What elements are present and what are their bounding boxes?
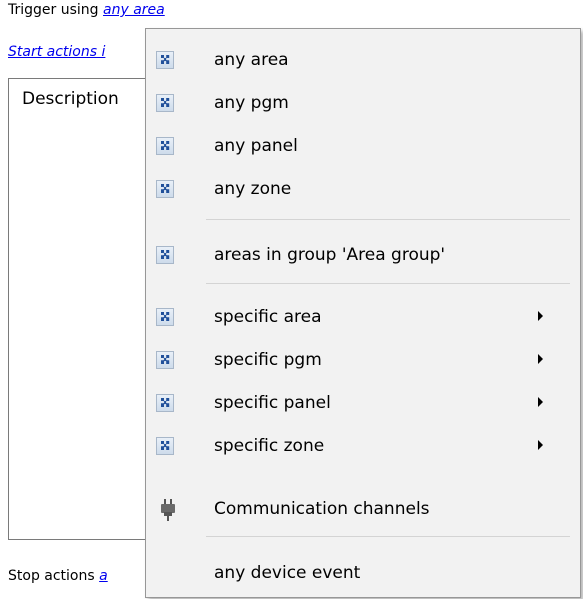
menu-item-areas-in-group[interactable]: areas in group 'Area group'	[146, 239, 580, 271]
menu-item-specific-area[interactable]: specific area	[146, 301, 580, 333]
menu-item-communication-channels[interactable]: Communication channels	[146, 493, 580, 525]
puzzle-icon	[156, 394, 174, 412]
submenu-arrow-icon	[538, 311, 543, 321]
submenu-arrow-icon	[538, 397, 543, 407]
menu-item-specific-panel[interactable]: specific panel	[146, 387, 580, 419]
rule-editor: Trigger using any area Start actions i a…	[0, 0, 583, 599]
menu-separator	[206, 283, 570, 284]
puzzle-icon	[156, 437, 174, 455]
plug-icon	[158, 498, 178, 522]
submenu-arrow-icon	[538, 354, 543, 364]
menu-item-label: specific zone	[214, 436, 325, 456]
menu-item-label: Communication channels	[214, 499, 430, 519]
puzzle-icon	[156, 246, 174, 264]
description-label: Description	[22, 89, 119, 109]
menu-item-label: specific panel	[214, 393, 331, 413]
menu-separator	[206, 536, 570, 537]
menu-item-label: specific pgm	[214, 350, 322, 370]
puzzle-icon	[156, 180, 174, 198]
puzzle-icon	[156, 351, 174, 369]
puzzle-icon	[156, 51, 174, 69]
menu-item-label: any area	[214, 50, 289, 70]
start-actions-link[interactable]: Start actions i	[8, 44, 105, 60]
menu-item-label: areas in group 'Area group'	[214, 245, 446, 265]
stop-actions-link[interactable]: a	[99, 568, 108, 584]
puzzle-icon	[156, 137, 174, 155]
menu-item-specific-pgm[interactable]: specific pgm	[146, 344, 580, 376]
menu-item-label: any zone	[214, 179, 292, 199]
menu-item-any-device-event[interactable]: any device event	[146, 557, 580, 589]
trigger-link[interactable]: any area	[103, 2, 165, 18]
trigger-prefix: Trigger using	[8, 2, 99, 18]
menu-item-any-zone[interactable]: any zone	[146, 173, 580, 205]
menu-item-any-panel[interactable]: any panel	[146, 130, 580, 162]
menu-separator	[206, 219, 570, 220]
menu-item-any-pgm[interactable]: any pgm	[146, 87, 580, 119]
menu-item-label: any pgm	[214, 93, 289, 113]
menu-item-label: any device event	[214, 563, 361, 583]
start-actions-line: Start actions i	[8, 44, 105, 60]
puzzle-icon	[156, 94, 174, 112]
stop-actions-line: Stop actions a	[8, 568, 108, 584]
submenu-arrow-icon	[538, 440, 543, 450]
menu-item-specific-zone[interactable]: specific zone	[146, 430, 580, 462]
menu-item-label: any panel	[214, 136, 298, 156]
puzzle-icon	[156, 308, 174, 326]
trigger-dropdown-menu: any area any pgm any panel any zone area…	[145, 28, 581, 598]
menu-item-label: specific area	[214, 307, 322, 327]
trigger-line: Trigger using any area	[8, 2, 165, 18]
menu-item-any-area[interactable]: any area	[146, 44, 580, 76]
stop-actions-prefix: Stop actions	[8, 568, 95, 584]
